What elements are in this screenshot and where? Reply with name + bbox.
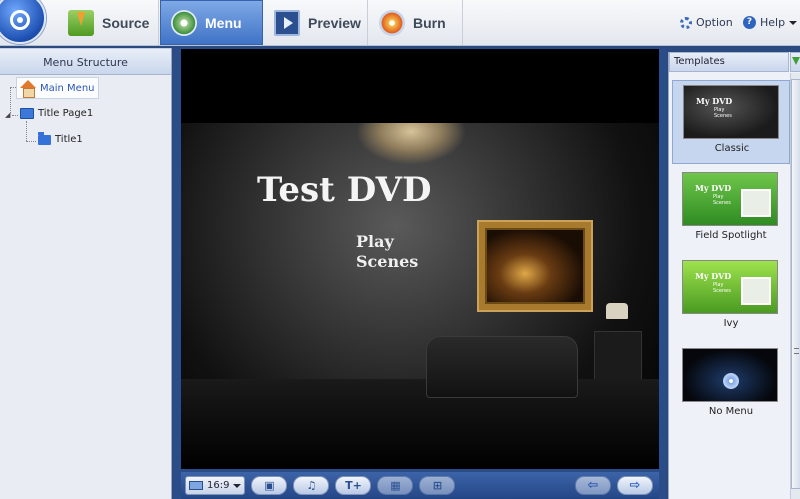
menu-preview-area: Test DVD Play Scenes 16:9 ▣ ♫ T+ ▦ ⊞ ⇦ ⇨: [173, 48, 666, 499]
chevron-down-icon: [789, 20, 798, 25]
tree-node-main-menu[interactable]: Main Menu: [16, 77, 99, 99]
chevron-down-icon: [233, 483, 242, 488]
menu-preview-canvas[interactable]: Test DVD Play Scenes: [181, 49, 659, 469]
tab-source[interactable]: Source: [58, 0, 159, 45]
tab-preview[interactable]: Preview: [264, 0, 368, 45]
play-label: Play: [356, 232, 394, 251]
scrollbar-thumb[interactable]: [791, 79, 800, 489]
tab-menu-label: Menu: [205, 14, 242, 31]
help-button[interactable]: ? Help: [743, 16, 798, 29]
tab-preview-label: Preview: [308, 14, 361, 31]
template-no-menu[interactable]: No Menu: [672, 344, 790, 428]
tab-burn[interactable]: Burn: [369, 0, 463, 45]
option-label: Option: [696, 16, 733, 29]
download-arrow-icon: [68, 9, 94, 36]
template-name: Ivy: [723, 318, 739, 329]
tab-menu[interactable]: Menu: [160, 0, 263, 45]
chapter-grid-icon: ⊞: [432, 479, 443, 492]
scenes-label: Scenes: [356, 252, 419, 271]
layout-grid-icon: ▦: [390, 479, 401, 492]
templates-panel: Templates My DVD Play Scenes Classic My D…: [668, 52, 800, 499]
chandelier-image: [356, 123, 466, 165]
next-page-button[interactable]: ⇨: [617, 476, 653, 495]
monitor-icon: [20, 108, 34, 119]
template-thumbnail: My DVD Play Scenes: [682, 172, 778, 226]
music-button[interactable]: ♫: [293, 476, 330, 495]
aspect-ratio-select[interactable]: 16:9: [185, 476, 246, 495]
music-note-icon: ♫: [306, 479, 317, 492]
picture-frame-image[interactable]: [479, 222, 591, 310]
template-field-spotlight[interactable]: My DVD Play Scenes Field Spotlight: [672, 168, 790, 252]
template-name: Classic: [714, 143, 750, 154]
folder-icon: [38, 131, 51, 145]
help-icon: ?: [743, 16, 756, 29]
next-arrow-icon: ⇨: [629, 478, 641, 493]
tree-node-title-page1[interactable]: Title Page1: [20, 108, 93, 119]
burn-disc-icon: [379, 9, 405, 36]
background-image-icon: ▣: [264, 479, 275, 492]
disc-icon: [723, 373, 739, 389]
home-icon: [20, 80, 36, 98]
download-template-icon[interactable]: [790, 52, 800, 72]
prev-arrow-icon: ⇦: [587, 478, 599, 493]
tab-burn-label: Burn: [413, 14, 446, 31]
template-ivy[interactable]: My DVD Play Scenes Ivy: [672, 256, 790, 340]
screen-icon: [189, 481, 203, 490]
template-name: No Menu: [708, 406, 754, 417]
background-image-button[interactable]: ▣: [251, 476, 288, 495]
tree-node-label: Main Menu: [40, 82, 95, 94]
templates-scrollbar[interactable]: [790, 73, 800, 499]
menu-title-text[interactable]: Test DVD: [257, 170, 431, 210]
preview-control-bar: 16:9 ▣ ♫ T+ ▦ ⊞ ⇦ ⇨: [181, 472, 659, 499]
tree-node-title1[interactable]: Title1: [38, 131, 83, 145]
templates-header: Templates: [669, 52, 789, 72]
chapter-button[interactable]: ⊞: [419, 476, 456, 495]
aspect-ratio-value: 16:9: [207, 480, 230, 491]
template-classic[interactable]: My DVD Play Scenes Classic: [672, 80, 790, 164]
play-scenes-button[interactable]: Play Scenes: [356, 232, 418, 272]
layout-button[interactable]: ▦: [377, 476, 414, 495]
tab-source-label: Source: [102, 14, 150, 31]
tree-node-label: Title Page1: [38, 108, 94, 119]
prev-page-button[interactable]: ⇦: [575, 476, 611, 495]
top-toolbar: Source Menu Preview Burn Option ? Help: [0, 0, 800, 46]
help-label: Help: [760, 16, 786, 29]
menu-structure-panel: Menu Structure Main Menu ◢ Title Page1 T…: [0, 48, 172, 499]
template-name: Field Spotlight: [695, 230, 767, 241]
template-thumbnail: [682, 348, 778, 402]
app-logo-icon[interactable]: [0, 0, 46, 44]
menu-disc-icon: [171, 9, 197, 36]
lamp-image: [606, 303, 628, 319]
add-text-button[interactable]: T+: [335, 476, 372, 495]
template-thumbnail: My DVD Play Scenes: [682, 260, 778, 314]
menu-tree: Main Menu ◢ Title Page1 Title1: [0, 75, 171, 145]
text-add-icon: T+: [345, 479, 362, 492]
preview-screen-icon: [274, 9, 300, 36]
option-button[interactable]: Option: [680, 16, 733, 29]
sofa-image: [426, 336, 578, 398]
gear-icon: [680, 16, 692, 29]
menu-structure-header: Menu Structure: [0, 48, 171, 75]
template-thumbnail: My DVD Play Scenes: [683, 85, 779, 139]
tree-node-label: Title1: [55, 134, 83, 145]
expand-toggle-icon[interactable]: ◢: [5, 111, 10, 119]
